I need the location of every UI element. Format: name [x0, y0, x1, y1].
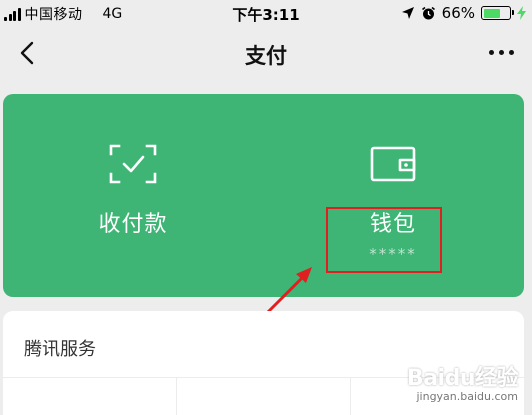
battery-percent: 66% — [441, 4, 475, 22]
status-right: 66% — [401, 4, 526, 22]
battery-fill — [483, 8, 500, 18]
receive-pay-label: 收付款 — [98, 212, 168, 237]
grid-divider — [350, 377, 351, 415]
page-title: 支付 — [245, 44, 287, 68]
baidu-jingyan-watermark: Baidu经验 jingyan.baidu.com — [406, 360, 519, 403]
watermark-url: jingyan.baidu.com — [416, 390, 518, 403]
wallet-icon — [370, 146, 416, 182]
location-arrow-icon — [401, 7, 414, 19]
receive-pay-button[interactable]: 收付款 — [3, 94, 263, 297]
nav-bar: 支付 — [0, 28, 532, 80]
charging-bolt-icon — [517, 6, 526, 20]
annotation-highlight-box — [326, 207, 442, 273]
watermark-brand: Baidu经验 — [406, 366, 519, 391]
battery-icon — [481, 6, 514, 20]
more-options-icon[interactable] — [489, 50, 514, 55]
status-bar: 中国移动 4G 下午3:11 66% — [0, 0, 532, 28]
alarm-clock-icon — [421, 6, 435, 19]
grid-divider — [176, 377, 177, 415]
services-title: 腾讯服务 — [24, 339, 96, 360]
scan-qr-icon — [109, 144, 157, 184]
